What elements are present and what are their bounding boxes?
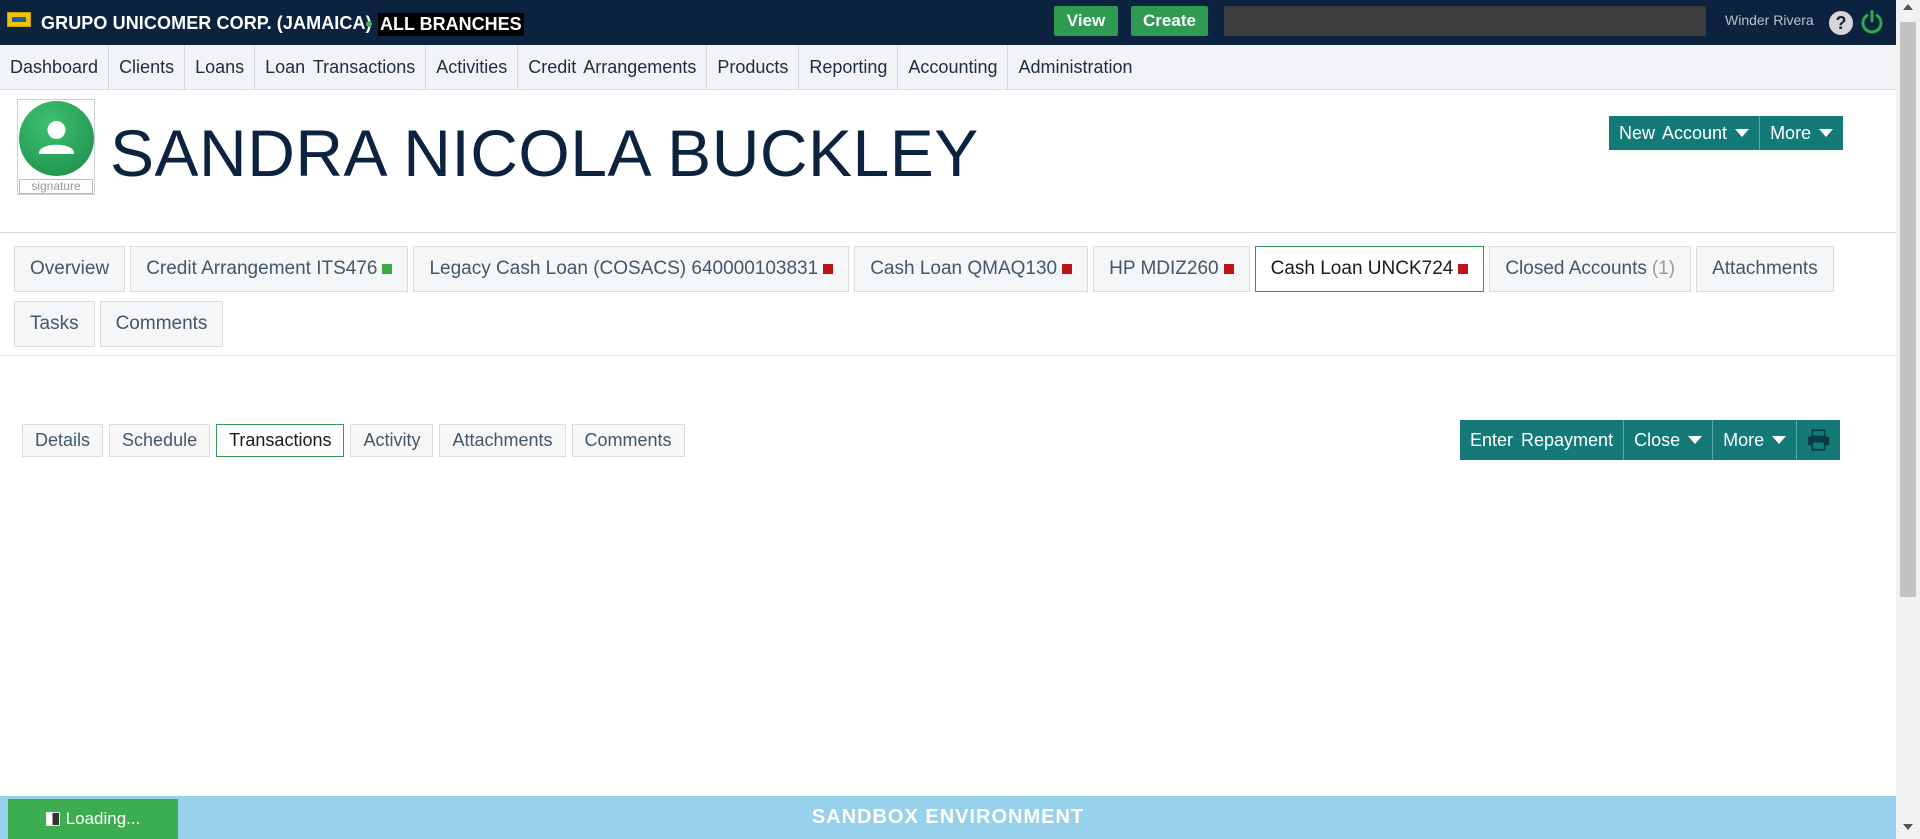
signature-label[interactable]: signature: [19, 179, 93, 194]
chevron-down-icon: [1772, 436, 1787, 444]
loading-indicator: Loading...: [8, 799, 178, 839]
branch-selector[interactable]: ALL BRANCHES: [378, 13, 524, 36]
tab-tasks[interactable]: Tasks: [14, 301, 95, 347]
account-tabs: Overview Credit Arrangement ITS476 Legac…: [14, 246, 1894, 347]
logo-icon: [7, 12, 31, 27]
status-arrears-icon: [1062, 264, 1073, 274]
loan-more-label: More: [1723, 429, 1765, 450]
status-arrears-icon: [823, 264, 834, 274]
loan-more-button[interactable]: More: [1712, 420, 1796, 460]
chevron-down-icon: [1819, 129, 1834, 137]
tab-label: Closed Accounts: [1505, 258, 1647, 279]
close-label: Close: [1634, 429, 1681, 450]
nav-products[interactable]: Products: [707, 44, 800, 90]
org-name: GRUPO UNICOMER CORP. (JAMAICA): [41, 13, 372, 33]
username[interactable]: Winder Rivera: [1725, 12, 1814, 28]
subtab-comments[interactable]: Comments: [571, 424, 685, 457]
nav-dashboard[interactable]: Dashboard: [0, 44, 110, 90]
environment-footer: SANDBOX ENVIRONMENT Loading...: [0, 796, 1896, 839]
tab-hp-mdiz260[interactable]: HP MDIZ260: [1093, 246, 1250, 292]
nav-credit-arrangements[interactable]: Credit Arrangements: [518, 44, 708, 90]
client-avatar[interactable]: signature: [17, 99, 95, 195]
print-button[interactable]: [1796, 420, 1840, 460]
tab-cash-loan-unck724[interactable]: Cash Loan UNCK724: [1254, 246, 1485, 292]
nav-loans[interactable]: Loans: [185, 44, 256, 90]
status-arrears-icon: [1223, 264, 1234, 274]
tab-label: Legacy Cash Loan (COSACS) 640000103831: [429, 258, 819, 279]
subtab-attachments[interactable]: Attachments: [439, 424, 566, 457]
tab-label: HP MDIZ260: [1109, 258, 1219, 279]
subtab-transactions[interactable]: Transactions: [216, 424, 345, 457]
tab-label: Credit Arrangement ITS476: [146, 258, 378, 279]
nav-clients[interactable]: Clients: [109, 44, 186, 90]
create-button[interactable]: Create: [1131, 6, 1208, 36]
close-button[interactable]: Close: [1623, 420, 1712, 460]
subtab-activity[interactable]: Activity: [350, 424, 434, 457]
tab-label: Comments: [115, 313, 208, 334]
scroll-down-icon[interactable]: [1903, 824, 1913, 830]
status-active-icon: [382, 264, 393, 274]
tab-label: Attachments: [1712, 258, 1818, 279]
main-nav: Dashboard Clients Loans Loan Transaction…: [0, 44, 1896, 90]
branch-status-dot: [366, 21, 372, 27]
page-scrollbar[interactable]: [1896, 0, 1920, 839]
global-search-input[interactable]: [1224, 6, 1706, 36]
tab-attachments[interactable]: Attachments: [1696, 246, 1834, 292]
tab-overview[interactable]: Overview: [14, 246, 126, 292]
client-name: SANDRA NICOLA BUCKLEY: [110, 116, 979, 190]
nav-loan-transactions[interactable]: Loan Transactions: [255, 44, 427, 90]
help-icon[interactable]: ?: [1829, 11, 1853, 35]
divider: [0, 232, 1896, 233]
status-arrears-icon: [1458, 264, 1469, 274]
printer-icon: [1808, 429, 1830, 451]
nav-reporting[interactable]: Reporting: [799, 44, 899, 90]
tab-label: Tasks: [30, 313, 79, 334]
nav-administration[interactable]: Administration: [1008, 45, 1142, 90]
tab-label: Cash Loan UNCK724: [1270, 258, 1454, 279]
subtab-details[interactable]: Details: [22, 424, 104, 457]
sandbox-banner: SANDBOX ENVIRONMENT: [811, 806, 1085, 828]
tab-label: Cash Loan QMAQ130: [870, 258, 1058, 279]
closed-count-badge: (1): [1651, 258, 1676, 279]
loading-icon: [45, 812, 60, 826]
scroll-up-icon[interactable]: [1903, 4, 1913, 10]
tab-comments[interactable]: Comments: [99, 301, 224, 347]
scrollbar-thumb[interactable]: [1900, 22, 1916, 597]
new-account-label: New Account: [1619, 122, 1728, 143]
user-avatar-icon: [19, 101, 94, 176]
nav-accounting[interactable]: Accounting: [898, 44, 1009, 90]
tab-label: Overview: [30, 258, 110, 279]
nav-activities[interactable]: Activities: [426, 44, 519, 90]
tab-closed-accounts[interactable]: Closed Accounts (1): [1489, 246, 1692, 292]
header-actions: New Account More: [1609, 116, 1844, 150]
loading-label: Loading...: [65, 809, 141, 828]
tab-legacy-cash-loan[interactable]: Legacy Cash Loan (COSACS) 640000103831: [413, 246, 850, 292]
loan-actions: Enter Repayment Close More: [1460, 420, 1841, 460]
subtab-schedule[interactable]: Schedule: [109, 424, 211, 457]
chevron-down-icon: [1735, 129, 1750, 137]
view-button[interactable]: View: [1054, 6, 1118, 36]
tab-credit-arrangement[interactable]: Credit Arrangement ITS476: [130, 246, 409, 292]
header-more-label: More: [1770, 122, 1812, 143]
header-more-button[interactable]: More: [1759, 116, 1843, 150]
chevron-down-icon: [1688, 436, 1703, 444]
enter-repayment-button[interactable]: Enter Repayment: [1460, 420, 1623, 460]
loan-sub-tabs: Details Schedule Transactions Activity A…: [22, 424, 685, 457]
divider: [0, 355, 1896, 356]
power-icon[interactable]: [1859, 9, 1885, 35]
tab-cash-loan-qmaq130[interactable]: Cash Loan QMAQ130: [854, 246, 1089, 292]
top-bar: GRUPO UNICOMER CORP. (JAMAICA) ALL BRANC…: [0, 0, 1896, 45]
new-account-button[interactable]: New Account: [1609, 116, 1759, 150]
